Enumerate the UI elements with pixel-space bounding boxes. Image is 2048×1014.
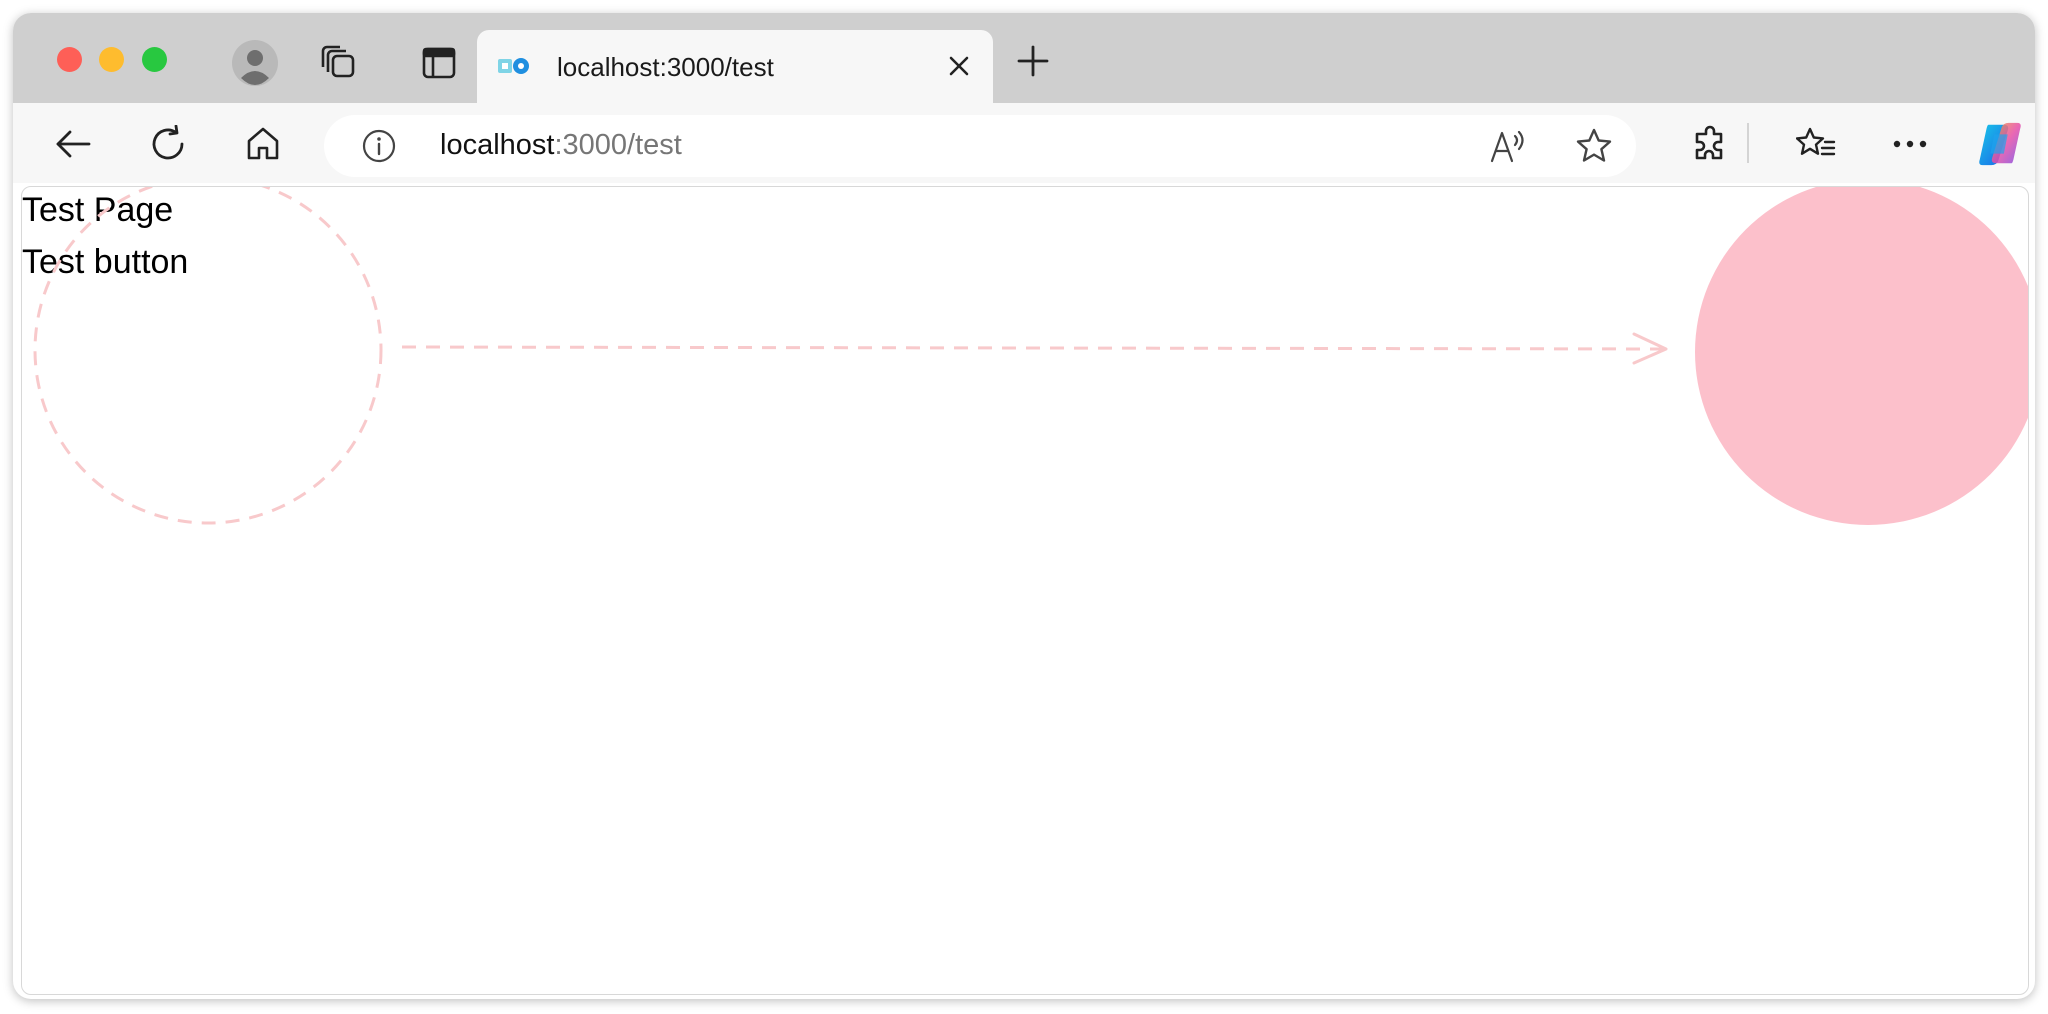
favorites-icon[interactable] bbox=[1791, 119, 1841, 169]
window-maximize-button[interactable] bbox=[142, 47, 167, 72]
url-text[interactable]: localhost:3000/test bbox=[440, 129, 682, 162]
url-path: :3000/test bbox=[554, 129, 682, 161]
window-close-button[interactable] bbox=[57, 47, 82, 72]
toolbar-divider bbox=[1747, 123, 1749, 163]
dashed-arrow-line bbox=[401, 345, 1665, 351]
more-icon[interactable] bbox=[1885, 119, 1935, 169]
tab-actions-icon[interactable] bbox=[414, 38, 464, 88]
read-aloud-icon[interactable] bbox=[1486, 123, 1532, 169]
profile-avatar-icon[interactable] bbox=[230, 38, 280, 88]
url-host: localhost bbox=[440, 129, 555, 161]
refresh-icon[interactable] bbox=[143, 119, 193, 169]
address-bar[interactable]: localhost:3000/test bbox=[324, 115, 1636, 177]
back-arrow-icon[interactable] bbox=[48, 119, 98, 169]
close-icon[interactable] bbox=[943, 50, 975, 82]
dashed-start-circle bbox=[33, 187, 383, 525]
browser-window: localhost:3000/test localhost:3000/test … bbox=[13, 13, 2035, 999]
storybook-icon bbox=[498, 58, 529, 74]
new-tab-button[interactable] bbox=[1013, 41, 1053, 81]
home-icon[interactable] bbox=[238, 119, 288, 169]
pink-target-circle bbox=[1695, 187, 2028, 525]
copilot-icon[interactable] bbox=[1975, 119, 2025, 169]
puzzle-icon[interactable] bbox=[1685, 119, 1735, 169]
workspaces-icon[interactable] bbox=[314, 38, 364, 88]
plus-icon bbox=[1017, 45, 1049, 77]
tab-strip: localhost:3000/test bbox=[13, 13, 2035, 103]
tab-title: localhost:3000/test bbox=[557, 52, 774, 82]
window-minimize-button[interactable] bbox=[99, 47, 124, 72]
animation-scene bbox=[33, 187, 2028, 525]
navigation-toolbar: localhost:3000/test bbox=[13, 103, 2035, 183]
star-icon[interactable] bbox=[1571, 123, 1617, 169]
page-viewport: Test Page Test button bbox=[21, 186, 2029, 995]
active-tab[interactable]: localhost:3000/test bbox=[477, 30, 993, 103]
info-icon[interactable] bbox=[362, 129, 396, 163]
